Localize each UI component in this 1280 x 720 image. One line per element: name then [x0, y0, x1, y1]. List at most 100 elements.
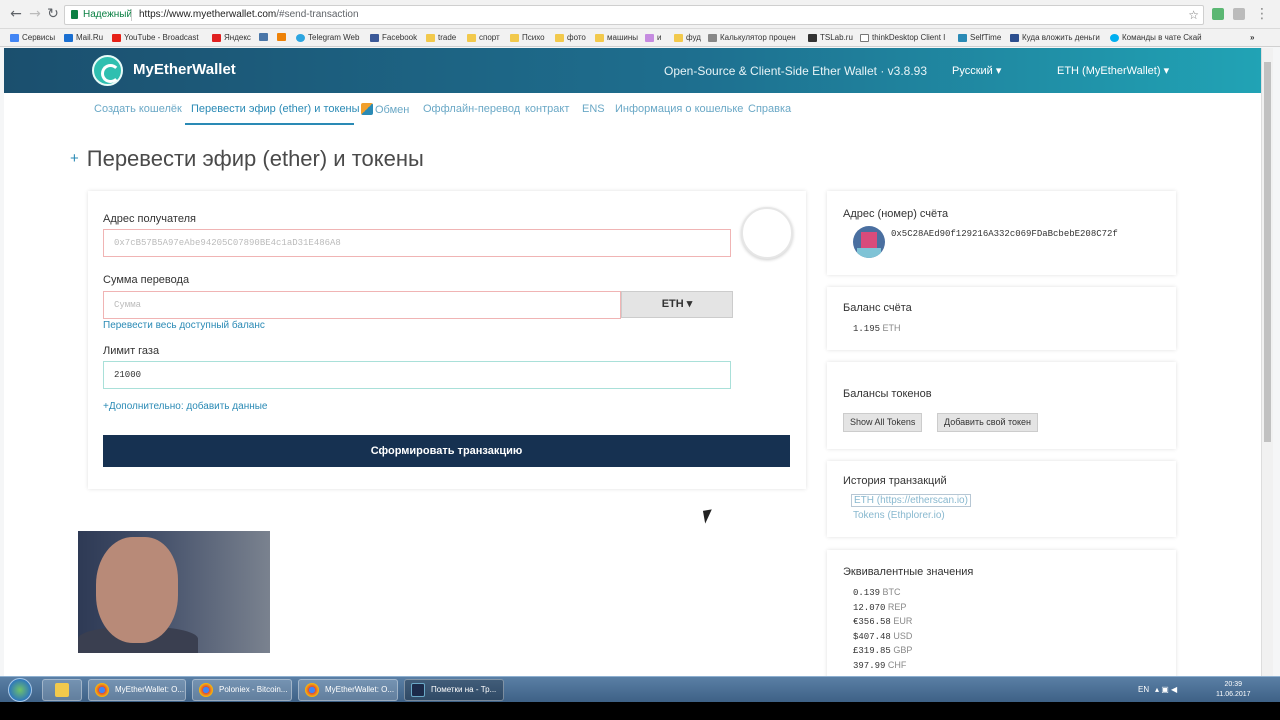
generate-transaction-button[interactable]: Сформировать транзакцию — [103, 435, 790, 467]
bookmark-label: Telegram Web — [308, 33, 360, 42]
bookmark-item[interactable]: Калькулятор процен — [708, 33, 796, 42]
extension-icon[interactable] — [1233, 8, 1245, 20]
balance-unit: ETH — [882, 323, 901, 333]
taskbar-window[interactable]: Пометки на - Тр... — [404, 679, 504, 701]
bookmark-item[interactable] — [277, 33, 286, 41]
menu-icon[interactable]: ⋮ — [1254, 6, 1270, 22]
letterbox-bar — [0, 702, 1280, 720]
bookmark-item[interactable]: SelfTime — [958, 33, 1001, 42]
equiv-value: $407.48 — [853, 632, 891, 642]
screen: ← → ↻ Надежный https://www.myetherwallet… — [0, 0, 1280, 720]
bookmark-label: Калькулятор процен — [720, 33, 796, 42]
account-address: 0x5C28AEd90f129216A332c069FDaBcbebE208C7… — [891, 229, 1118, 239]
bookmark-star-icon[interactable]: ☆ — [1188, 6, 1199, 24]
reload-icon[interactable]: ↻ — [45, 6, 61, 22]
bookmark-item[interactable]: thinkDesktop Client I — [860, 33, 945, 42]
advanced-data-link[interactable]: +Дополнительно: добавить данные — [103, 401, 267, 412]
logo-icon[interactable] — [92, 55, 123, 86]
start-button-icon[interactable] — [8, 678, 32, 702]
language-dropdown[interactable]: Русский ▾ — [952, 64, 1001, 77]
show-all-tokens-button[interactable]: Show All Tokens — [843, 413, 923, 432]
tab-send[interactable]: Перевести эфир (ether) и токены — [191, 103, 360, 115]
bookmark-item[interactable]: Яндекс — [212, 33, 251, 42]
tray-icons[interactable]: ▴ ▣ ◀ — [1155, 685, 1177, 694]
telegram-icon — [296, 33, 305, 42]
page-scrollbar[interactable] — [1261, 48, 1273, 676]
url-path: /#send-transaction — [276, 9, 359, 20]
scrollbar-thumb[interactable] — [1264, 62, 1271, 442]
tab-offline[interactable]: Оффлайн-перевод — [423, 103, 520, 115]
bookmark-item[interactable]: Facebook — [370, 33, 417, 42]
tab-help[interactable]: Справка — [748, 103, 791, 115]
equiv-unit: BTC — [882, 587, 901, 597]
amount-input[interactable]: Сумма — [103, 291, 621, 319]
bookmark-label: фуд — [686, 33, 701, 42]
plus-icon: + — [70, 150, 79, 167]
forward-icon[interactable]: → — [27, 6, 43, 22]
taskbar-window[interactable]: Poloniex - Bitcoin... — [192, 679, 292, 701]
tab-ens[interactable]: ENS — [582, 103, 605, 115]
explorer-taskbar-button[interactable] — [42, 679, 82, 701]
balance-title: Баланс счёта — [843, 302, 912, 314]
history-title: История транзакций — [843, 475, 947, 487]
bookmark-item[interactable]: Куда вложить деньги — [1010, 33, 1100, 42]
more-bookmarks-icon[interactable]: » — [1250, 33, 1254, 42]
bookmark-label: trade — [438, 33, 457, 42]
bookmark-item[interactable] — [259, 33, 268, 41]
recipient-address-input[interactable]: 0x7cB57B5A97eAbe94205C07890BE4c1aD31E486… — [103, 229, 731, 257]
sub-navigation: Создать кошелёк Перевести эфир (ether) и… — [4, 93, 1261, 127]
gas-limit-input[interactable]: 21000 — [103, 361, 731, 389]
logo-text[interactable]: MyEtherWallet — [133, 61, 236, 78]
money-icon — [1010, 33, 1019, 42]
chrome-icon — [95, 683, 109, 697]
bookmark-item[interactable]: Mail.Ru — [64, 33, 103, 42]
folder-icon — [55, 683, 69, 697]
bookmark-item[interactable]: Команды в чате Скай — [1110, 33, 1202, 42]
address-bar[interactable]: Надежный https://www.myetherwallet.com/#… — [64, 5, 1204, 25]
bookmark-folder[interactable]: trade — [426, 33, 456, 42]
taskbar-window[interactable]: MyEtherWallet: O... — [88, 679, 186, 701]
clock[interactable]: 20:39 11.06.2017 — [1216, 680, 1251, 700]
extension-icon[interactable] — [1212, 8, 1224, 20]
vk-icon — [259, 33, 268, 41]
bookmark-item[interactable]: и — [645, 33, 661, 42]
bookmark-folder[interactable]: спорт — [467, 33, 500, 42]
taskbar-window[interactable]: MyEtherWallet: O... — [298, 679, 398, 701]
keyboard-language[interactable]: EN — [1138, 685, 1149, 694]
bookmark-label: Яндекс — [224, 33, 251, 42]
clock-time: 20:39 — [1224, 681, 1243, 688]
tab-swap[interactable]: Обмен — [361, 103, 409, 116]
notes-app-icon — [411, 683, 425, 697]
currency-label: ETH — [661, 298, 684, 310]
bookmark-folder[interactable]: фото — [555, 33, 586, 42]
tab-contracts[interactable]: контракт — [525, 103, 569, 115]
bookmark-label: Психо — [522, 33, 545, 42]
swap-icon — [361, 103, 373, 115]
etherscan-link[interactable]: ETH (https://etherscan.io) — [851, 494, 971, 507]
apps-icon — [10, 33, 19, 42]
bookmark-icon — [645, 33, 654, 42]
bookmark-label: Facebook — [382, 33, 418, 42]
ethplorer-link[interactable]: Tokens (Ethplorer.io) — [853, 510, 945, 521]
page-title-text: Перевести эфир (ether) и токены — [86, 146, 424, 171]
gas-limit-label: Лимит газа — [103, 345, 160, 357]
send-entire-balance-link[interactable]: Перевести весь доступный баланс — [103, 320, 265, 331]
tab-create-wallet[interactable]: Создать кошелёк — [94, 103, 182, 115]
bookmark-folder[interactable]: машины — [595, 33, 638, 42]
page-icon — [860, 33, 869, 42]
bookmark-item[interactable]: YouTube - Broadcast — [112, 33, 199, 42]
tab-wallet-info[interactable]: Информация о кошельке — [615, 103, 743, 115]
bookmark-item[interactable]: TSLab.ru — [808, 33, 853, 42]
bookmark-folder[interactable]: Психо — [510, 33, 545, 42]
tslab-icon — [808, 33, 817, 42]
bookmark-folder[interactable]: фуд — [674, 33, 701, 42]
network-dropdown[interactable]: ETH (MyEtherWallet) ▾ — [1057, 64, 1169, 77]
back-icon[interactable]: ← — [8, 6, 24, 22]
bookmark-label: Команды в чате Скай — [1122, 33, 1202, 42]
equiv-value: 397.99 — [853, 661, 886, 671]
currency-dropdown[interactable]: ETH ▾ — [621, 291, 733, 318]
bookmark-item[interactable]: Сервисы — [10, 33, 55, 42]
add-custom-token-button[interactable]: Добавить свой токен — [937, 413, 1039, 432]
network-label: ETH (MyEtherWallet) — [1057, 65, 1161, 77]
bookmark-item[interactable]: Telegram Web — [296, 33, 359, 42]
